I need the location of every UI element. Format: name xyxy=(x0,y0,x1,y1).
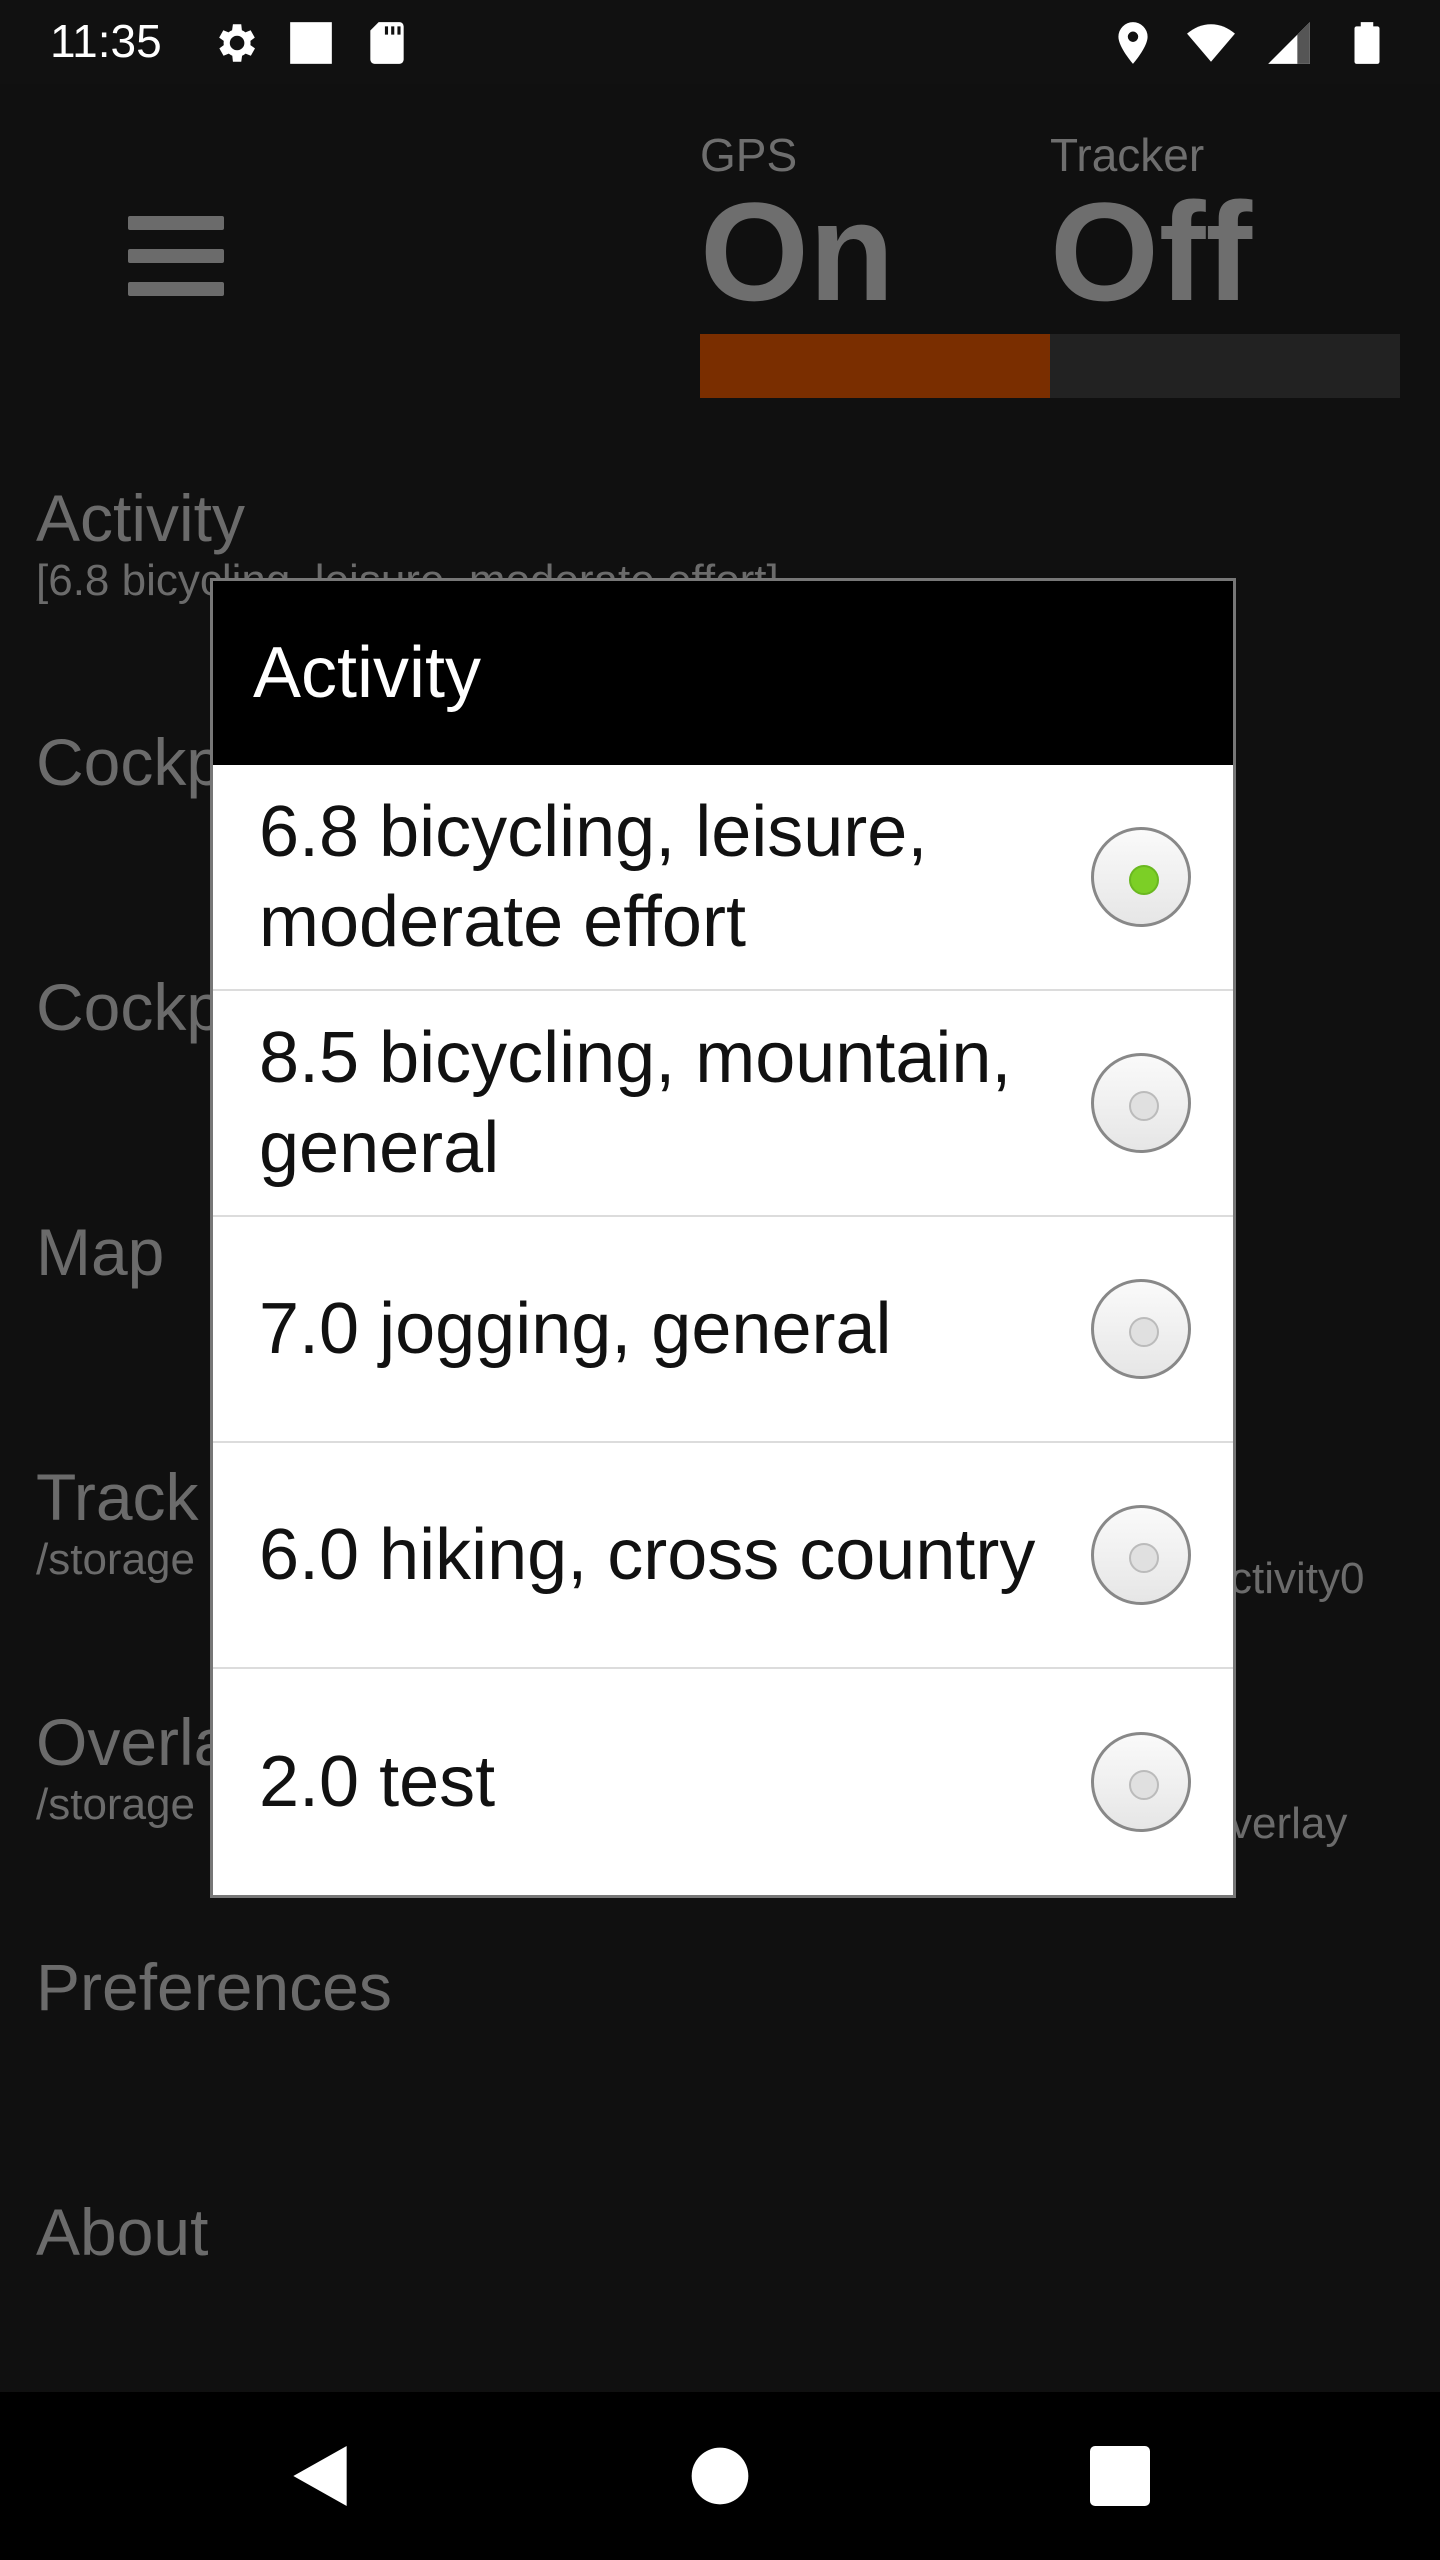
activity-option-label: 6.8 bicycling, leisure, moderate effort xyxy=(259,792,928,962)
menu-item-track-title: Track xyxy=(36,1460,199,1534)
menu-item-about[interactable]: About xyxy=(36,2194,208,2270)
tracker-status-bar xyxy=(1050,334,1400,398)
tracker-indicator: Tracker Off xyxy=(1050,128,1252,322)
status-icons-right xyxy=(1108,18,1392,68)
radio-button[interactable] xyxy=(1091,1279,1191,1379)
menu-item-track-subtitle-tail: ctivity0 xyxy=(1230,1554,1365,1603)
wifi-icon xyxy=(1187,24,1235,62)
activity-dialog: Activity 6.8 bicycling, leisure, moderat… xyxy=(210,578,1236,1898)
activity-option[interactable]: 2.0 test xyxy=(213,1669,1233,1895)
activity-option-label: 2.0 test xyxy=(259,1742,496,1822)
radio-button[interactable] xyxy=(1091,1053,1191,1153)
status-time: 11:35 xyxy=(50,15,162,67)
menu-item-preferences[interactable]: Preferences xyxy=(36,1949,392,2025)
back-icon[interactable] xyxy=(280,2436,360,2516)
activity-option[interactable]: 6.8 bicycling, leisure, moderate effort xyxy=(213,765,1233,991)
radio-button-selected[interactable] xyxy=(1091,827,1191,927)
settings-icon xyxy=(219,24,255,62)
sd-card-icon xyxy=(370,22,404,64)
menu-item-map-title: Map xyxy=(36,1215,165,1289)
status-bar: 11:35 xyxy=(0,0,1440,84)
menu-item-about-title: About xyxy=(36,2195,209,2269)
menu-item-activity-title: Activity xyxy=(36,481,246,555)
hamburger-menu-icon[interactable] xyxy=(128,208,224,304)
menu-item-map[interactable]: Map xyxy=(36,1214,164,1290)
radio-button[interactable] xyxy=(1091,1505,1191,1605)
gps-indicator: GPS On xyxy=(700,128,894,322)
cell-signal-icon xyxy=(1268,22,1310,64)
tracker-value: Off xyxy=(1050,173,1253,330)
activity-option-label: 6.0 hiking, cross country xyxy=(259,1515,1036,1595)
menu-item-overlay-subtitle-tail: verlay xyxy=(1230,1799,1348,1848)
activity-option-label: 8.5 bicycling, mountain, general xyxy=(259,1018,1012,1188)
navigation-bar xyxy=(0,2392,1440,2560)
battery-icon xyxy=(1354,22,1380,64)
menu-item-track[interactable]: Track /storage xyxy=(36,1459,199,1585)
white-square-icon xyxy=(290,22,332,64)
activity-option-label: 7.0 jogging, general xyxy=(259,1289,892,1369)
recents-icon[interactable] xyxy=(1080,2436,1160,2516)
radio-button[interactable] xyxy=(1091,1732,1191,1832)
location-icon xyxy=(1118,22,1148,64)
dialog-title: Activity xyxy=(213,581,1233,765)
activity-option[interactable]: 8.5 bicycling, mountain, general xyxy=(213,991,1233,1217)
gps-value: On xyxy=(700,173,895,330)
status-icons-left xyxy=(210,18,412,68)
home-icon[interactable] xyxy=(680,2436,760,2516)
activity-option[interactable]: 7.0 jogging, general xyxy=(213,1217,1233,1443)
activity-option[interactable]: 6.0 hiking, cross country xyxy=(213,1443,1233,1669)
gps-status-bar xyxy=(700,334,1050,398)
menu-item-track-subtitle: /storage xyxy=(36,1535,195,1584)
menu-item-preferences-title: Preferences xyxy=(36,1950,392,2024)
